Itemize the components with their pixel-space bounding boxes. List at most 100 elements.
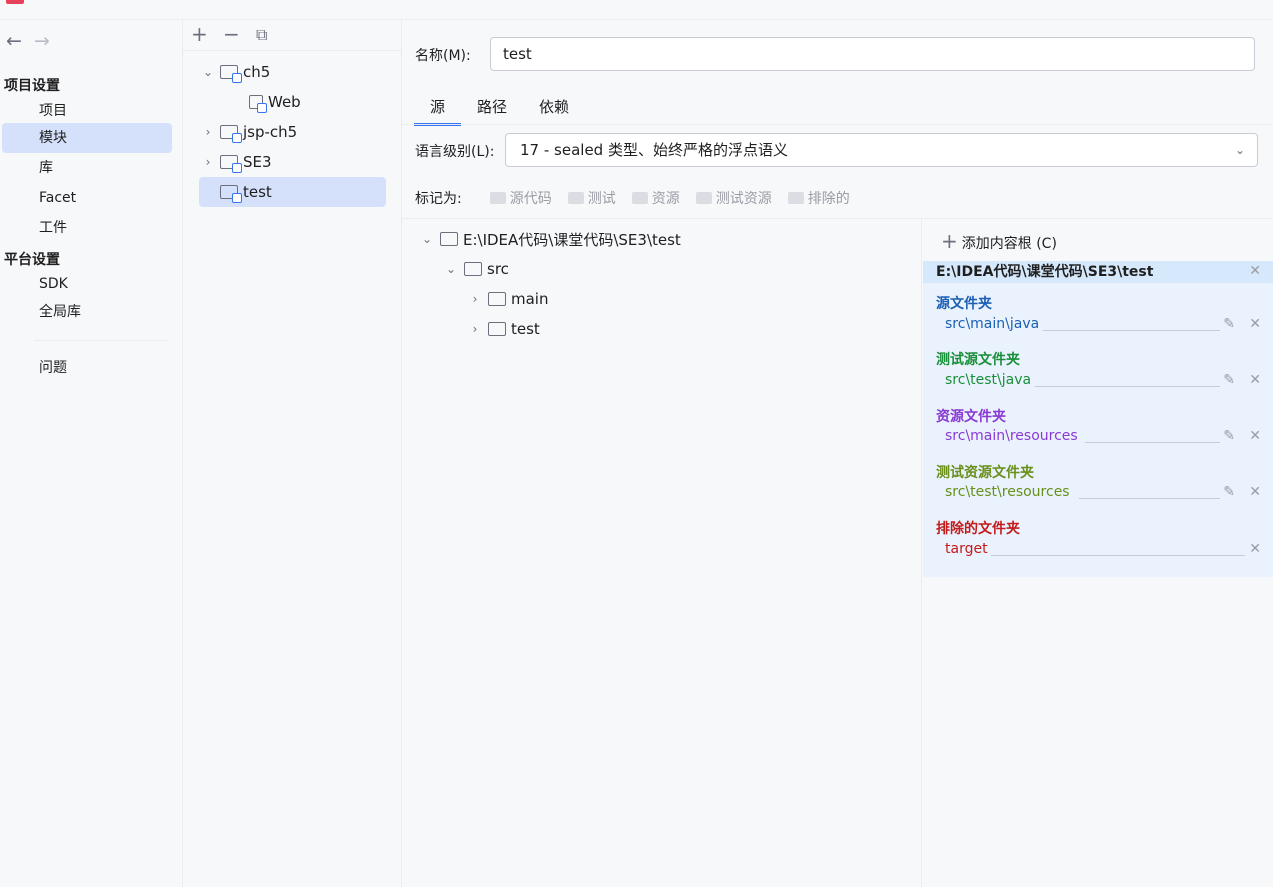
close-icon[interactable]: ✕: [1249, 372, 1261, 388]
module-folder-icon: [220, 65, 242, 83]
name-label: 名称(M):: [415, 48, 471, 64]
nav-item-libraries[interactable]: 库: [39, 153, 53, 183]
chevron-right-icon[interactable]: ›: [201, 147, 215, 177]
module-folder-icon: [220, 125, 242, 143]
folder-tree: ⌄ E:\IDEA代码\课堂代码\SE3\test ⌄ src › main ›…: [402, 219, 922, 887]
folder-icon: [631, 192, 648, 204]
module-toolbar: + − ⧉: [183, 20, 402, 51]
group-title-test-sources: 测试源文件夹: [936, 352, 1020, 368]
nav-item-artifacts[interactable]: 工件: [39, 213, 67, 243]
module-item-web[interactable]: Web: [245, 87, 301, 117]
mark-test-resources-button[interactable]: 测试资源: [695, 188, 772, 208]
nav-item-modules[interactable]: 模块: [39, 123, 67, 153]
mark-as-row: 标记为: 源代码 测试 资源 测试资源 排除的: [415, 187, 850, 209]
folder-icon: [464, 262, 482, 276]
settings-nav: ← → 项目设置 项目 模块 库 Facet 工件 平台设置 SDK 全局库 问…: [0, 20, 183, 887]
chevron-down-icon[interactable]: ⌄: [201, 57, 215, 87]
group-path-excluded[interactable]: target: [945, 541, 988, 557]
nav-item-facet[interactable]: Facet: [39, 183, 76, 213]
folder-icon: [787, 192, 804, 204]
edit-icon[interactable]: ✎: [1223, 372, 1235, 388]
nav-arrows: ← →: [6, 30, 50, 54]
content-roots-panel: + 添加内容根 (C) E:\IDEA代码\课堂代码\SE3\test ✕ 源文件…: [923, 219, 1273, 887]
nav-item-project[interactable]: 项目: [39, 96, 67, 126]
forward-arrow-icon[interactable]: →: [34, 30, 50, 54]
folder-icon: [488, 322, 506, 336]
edit-icon[interactable]: ✎: [1223, 428, 1235, 444]
module-folder-icon: [220, 155, 242, 173]
mark-tests-button[interactable]: 测试: [567, 188, 616, 208]
app-logo-icon: [6, 0, 24, 4]
nav-section-project: 项目设置: [4, 78, 60, 94]
nav-item-sdk[interactable]: SDK: [39, 269, 68, 299]
tab-dependencies[interactable]: 依赖: [523, 92, 585, 126]
close-icon[interactable]: ✕: [1249, 428, 1261, 444]
folder-icon: [488, 292, 506, 306]
web-facet-icon: [249, 95, 267, 113]
group-title-sources: 源文件夹: [936, 296, 992, 312]
group-path-test-resources[interactable]: src\test\resources: [945, 484, 1070, 500]
chevron-right-icon[interactable]: ›: [201, 117, 215, 147]
close-icon[interactable]: ✕: [1249, 541, 1261, 557]
group-title-excluded: 排除的文件夹: [936, 521, 1020, 537]
tree-label: E:\IDEA代码\课堂代码\SE3\test: [463, 230, 681, 249]
nav-section-platform: 平台设置: [4, 252, 60, 268]
module-item-se3[interactable]: › SE3: [201, 147, 272, 177]
tree-row-root[interactable]: ⌄ E:\IDEA代码\课堂代码\SE3\test: [420, 224, 681, 254]
chevron-right-icon[interactable]: ›: [468, 322, 482, 336]
back-arrow-icon[interactable]: ←: [6, 30, 22, 54]
group-path-resources[interactable]: src\main\resources: [945, 428, 1078, 444]
mark-excluded-button[interactable]: 排除的: [787, 188, 850, 208]
folder-icon: [440, 232, 458, 246]
mark-as-label: 标记为:: [415, 191, 462, 207]
tree-label: src: [487, 260, 509, 278]
module-folder-icon: [220, 185, 242, 203]
chevron-right-icon[interactable]: ›: [468, 292, 482, 306]
edit-icon[interactable]: ✎: [1223, 484, 1235, 500]
group-path-test-sources[interactable]: src\test\java: [945, 372, 1031, 388]
tree-row-src[interactable]: ⌄ src: [444, 254, 509, 284]
module-label: test: [243, 183, 272, 201]
close-icon[interactable]: ✕: [1249, 263, 1261, 279]
tree-label: main: [511, 290, 549, 308]
module-item-ch5[interactable]: ⌄ ch5: [201, 57, 270, 87]
tree-row-main[interactable]: › main: [468, 284, 549, 314]
remove-icon[interactable]: −: [223, 22, 240, 46]
tab-divider: [402, 124, 1273, 125]
chevron-down-icon[interactable]: ⌄: [444, 262, 458, 276]
chevron-down-icon: ⌄: [1234, 143, 1245, 157]
module-label: jsp-ch5: [243, 123, 298, 141]
chevron-down-icon[interactable]: ⌄: [420, 232, 434, 246]
language-level-value: 17 - sealed 类型、始终严格的浮点语义: [520, 141, 788, 159]
nav-item-global-libraries[interactable]: 全局库: [39, 297, 81, 327]
module-item-jsp-ch5[interactable]: › jsp-ch5: [201, 117, 297, 147]
module-pane: + − ⧉ ⌄ ch5 Web › jsp-ch5 › SE3 test: [183, 20, 402, 887]
language-level-select[interactable]: 17 - sealed 类型、始终严格的浮点语义 ⌄: [505, 133, 1258, 167]
add-content-root-button[interactable]: + 添加内容根 (C): [941, 229, 1057, 253]
tab-paths[interactable]: 路径: [461, 92, 523, 126]
mark-resources-button[interactable]: 资源: [631, 188, 680, 208]
tree-row-test[interactable]: › test: [468, 314, 540, 344]
group-title-resources: 资源文件夹: [936, 409, 1006, 425]
nav-divider: [34, 340, 168, 341]
add-icon[interactable]: +: [191, 22, 208, 46]
close-icon[interactable]: ✕: [1249, 316, 1261, 332]
content-root-box: E:\IDEA代码\课堂代码\SE3\test ✕ 源文件夹 src\main\…: [923, 261, 1273, 577]
folder-icon: [489, 192, 506, 204]
module-item-test[interactable]: test: [201, 177, 272, 207]
tab-sources[interactable]: 源: [414, 92, 462, 126]
module-label: ch5: [243, 63, 271, 81]
plus-icon: +: [941, 229, 958, 253]
content-root-path: E:\IDEA代码\课堂代码\SE3\test: [923, 261, 1273, 283]
tree-label: test: [511, 320, 540, 338]
nav-item-problems[interactable]: 问题: [39, 353, 67, 383]
group-path-sources[interactable]: src\main\java: [945, 316, 1039, 332]
name-input[interactable]: test: [490, 37, 1255, 71]
close-icon[interactable]: ✕: [1249, 484, 1261, 500]
group-title-test-resources: 测试资源文件夹: [936, 465, 1034, 481]
module-label: SE3: [243, 153, 272, 171]
tab-bar: 源 路径 依赖: [414, 92, 585, 126]
copy-icon[interactable]: ⧉: [256, 25, 267, 45]
edit-icon[interactable]: ✎: [1223, 316, 1235, 332]
mark-sources-button[interactable]: 源代码: [489, 188, 552, 208]
